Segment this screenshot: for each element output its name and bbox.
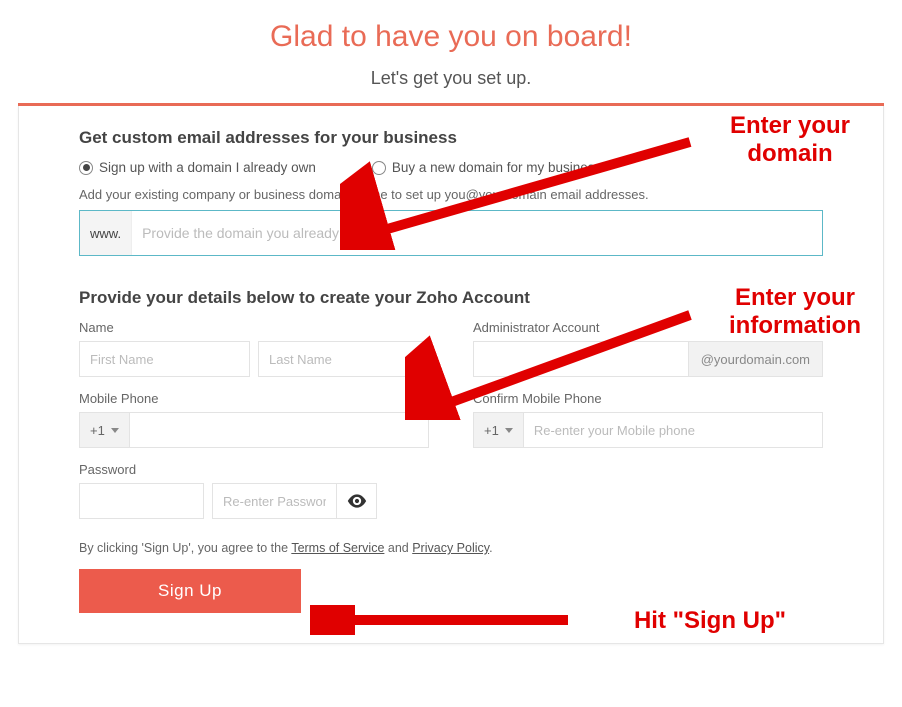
admin-account-input[interactable] [473, 341, 688, 377]
radio-own-domain[interactable]: Sign up with a domain I already own [79, 160, 316, 175]
chevron-down-icon [505, 428, 513, 433]
privacy-policy-link[interactable]: Privacy Policy [412, 541, 489, 555]
radio-buy-domain-label: Buy a new domain for my business [392, 160, 601, 175]
password-input[interactable] [79, 483, 204, 519]
phone-code-value: +1 [90, 423, 105, 438]
radio-icon [372, 161, 386, 175]
agree-text: By clicking 'Sign Up', you agree to the … [79, 541, 823, 555]
domain-www-prefix: www. [80, 211, 132, 255]
name-label: Name [79, 320, 429, 335]
radio-buy-domain[interactable]: Buy a new domain for my business [372, 160, 601, 175]
phone-country-code-select[interactable]: +1 [79, 412, 129, 448]
toggle-password-visibility-button[interactable] [337, 483, 377, 519]
domain-option-row: Sign up with a domain I already own Buy … [79, 160, 823, 175]
page-title: Glad to have you on board! [18, 20, 884, 54]
confirm-mobile-phone-input[interactable] [523, 412, 823, 448]
admin-account-label: Administrator Account [473, 320, 823, 335]
password-label: Password [79, 462, 823, 477]
details-section-heading: Provide your details below to create you… [79, 288, 823, 308]
admin-domain-suffix: @yourdomain.com [688, 341, 823, 377]
chevron-down-icon [111, 428, 119, 433]
domain-input[interactable] [132, 211, 822, 255]
domain-helper-text: Add your existing company or business do… [79, 187, 823, 202]
radio-icon [79, 161, 93, 175]
mobile-phone-input[interactable] [129, 412, 429, 448]
last-name-input[interactable] [258, 341, 429, 377]
signup-card: Get custom email addresses for your busi… [18, 106, 884, 644]
domain-input-wrap: www. [79, 210, 823, 256]
mobile-phone-label: Mobile Phone [79, 391, 429, 406]
domain-section-heading: Get custom email addresses for your busi… [79, 128, 823, 148]
confirm-password-input[interactable] [212, 483, 337, 519]
signup-button[interactable]: Sign Up [79, 569, 301, 613]
confirm-mobile-label: Confirm Mobile Phone [473, 391, 823, 406]
first-name-input[interactable] [79, 341, 250, 377]
radio-own-domain-label: Sign up with a domain I already own [99, 160, 316, 175]
confirm-phone-country-code-select[interactable]: +1 [473, 412, 523, 448]
phone-code-value: +1 [484, 423, 499, 438]
eye-icon [347, 494, 367, 508]
terms-of-service-link[interactable]: Terms of Service [291, 541, 384, 555]
page-subtitle: Let's get you set up. [18, 68, 884, 89]
